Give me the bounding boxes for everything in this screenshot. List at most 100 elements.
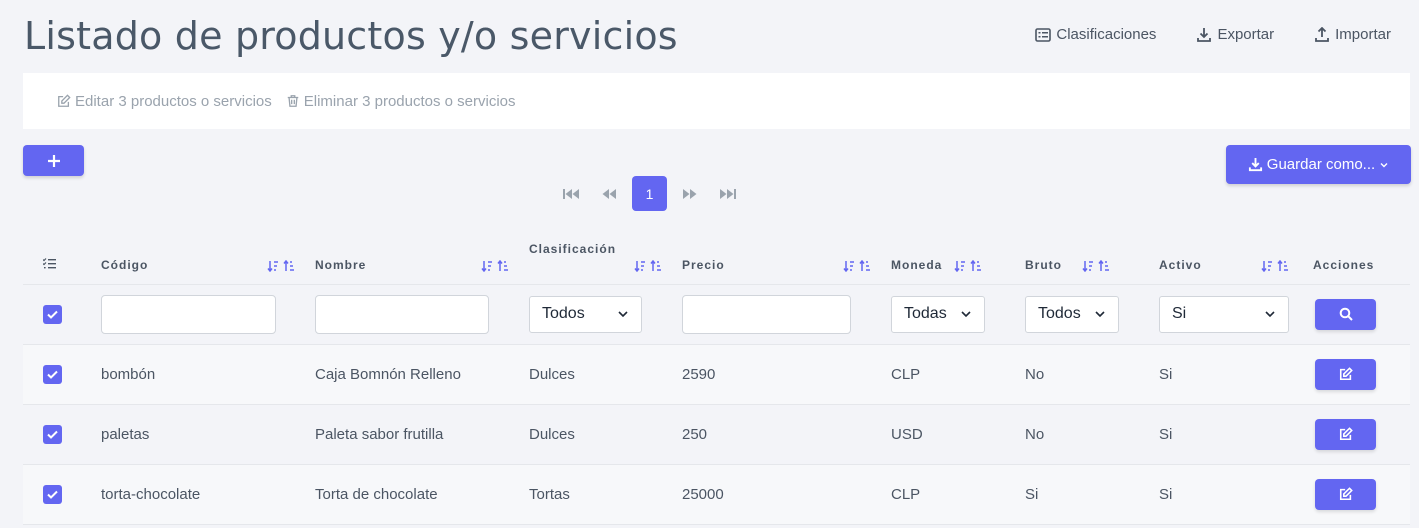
clasificaciones-label: Clasificaciones xyxy=(1056,26,1157,43)
last-page-button[interactable] xyxy=(710,177,746,211)
cell-bruto: Si xyxy=(1025,464,1159,525)
pagination: 1 xyxy=(552,176,747,211)
cell-codigo: bombón xyxy=(101,344,315,405)
check-icon xyxy=(47,310,58,319)
sort-asc-icon[interactable] xyxy=(497,259,509,272)
list-icon xyxy=(1035,27,1052,42)
edit-row-button[interactable] xyxy=(1315,418,1376,450)
cell-clasificacion: Dulces xyxy=(529,344,682,405)
page-number-button[interactable]: 1 xyxy=(632,176,667,211)
edit-icon xyxy=(1339,367,1353,381)
row-checkbox[interactable] xyxy=(43,484,62,504)
save-as-label: Guardar como... xyxy=(1266,156,1376,173)
activo-header-label: Activo xyxy=(1159,257,1202,272)
cell-activo: Si xyxy=(1159,344,1309,405)
activo-filter-select[interactable]: Si xyxy=(1159,295,1289,333)
filter-row: Todos Todas Todos Si xyxy=(23,284,1410,345)
sort-asc-icon[interactable] xyxy=(650,259,662,272)
row-checkbox[interactable] xyxy=(43,424,62,444)
check-icon xyxy=(47,430,58,439)
edit-row-button[interactable] xyxy=(1315,358,1376,390)
cell-clasificacion: Dulces xyxy=(529,404,682,465)
sort-desc-icon[interactable] xyxy=(954,260,966,272)
bulk-edit-button[interactable]: Editar 3 productos o servicios xyxy=(57,93,272,110)
row-checkbox[interactable] xyxy=(43,364,62,384)
bulk-delete-button[interactable]: Eliminar 3 productos o servicios xyxy=(286,93,516,110)
download-icon xyxy=(1248,157,1262,172)
edit-row-button[interactable] xyxy=(1315,478,1376,510)
chevron-down-icon xyxy=(618,311,628,318)
sort-desc-icon[interactable] xyxy=(1082,260,1094,272)
cell-nombre: Paleta sabor frutilla xyxy=(315,404,529,465)
sort-desc-icon[interactable] xyxy=(481,260,493,272)
clasificacion-filter-select[interactable]: Todos xyxy=(529,295,642,333)
sort-desc-icon[interactable] xyxy=(634,260,646,272)
sort-asc-icon[interactable] xyxy=(1277,259,1289,272)
next-page-icon xyxy=(683,188,697,199)
sort-desc-icon[interactable] xyxy=(843,260,855,272)
exportar-button[interactable]: Exportar xyxy=(1196,26,1274,43)
prev-page-button[interactable] xyxy=(591,177,627,211)
cell-codigo: paletas xyxy=(101,404,315,465)
column-header-activo[interactable]: Activo xyxy=(1159,224,1309,285)
first-page-icon xyxy=(563,188,579,199)
add-product-button[interactable] xyxy=(23,145,84,176)
clasificacion-header-label: Clasificación xyxy=(529,241,617,256)
cell-precio: 2590 xyxy=(682,344,891,405)
codigo-filter-input[interactable] xyxy=(101,294,276,334)
cell-nombre: Caja Bomnón Relleno xyxy=(315,344,529,405)
first-page-button[interactable] xyxy=(553,177,589,211)
sort-asc-icon[interactable] xyxy=(1098,259,1110,272)
importar-label: Importar xyxy=(1335,26,1391,43)
clasificacion-filter-value: Todos xyxy=(542,305,585,322)
column-header-acciones: Acciones xyxy=(1309,224,1410,285)
cell-precio: 250 xyxy=(682,404,891,465)
nombre-filter-input[interactable] xyxy=(315,294,489,334)
upload-icon xyxy=(1315,26,1330,42)
precio-filter-input[interactable] xyxy=(682,294,851,334)
chevron-down-icon xyxy=(1380,162,1388,167)
acciones-header-label: Acciones xyxy=(1313,257,1375,272)
sort-asc-icon[interactable] xyxy=(859,259,871,272)
save-as-button[interactable]: Guardar como... xyxy=(1226,145,1411,184)
cell-codigo: torta-chocolate xyxy=(101,464,315,525)
search-button[interactable] xyxy=(1315,298,1376,330)
moneda-filter-select[interactable]: Todas xyxy=(891,295,985,333)
sort-asc-icon[interactable] xyxy=(970,259,982,272)
column-header-moneda[interactable]: Moneda xyxy=(891,224,1025,285)
cell-precio: 25000 xyxy=(682,464,891,525)
bruto-filter-select[interactable]: Todos xyxy=(1025,295,1119,333)
select-all-checkbox[interactable] xyxy=(43,304,62,324)
column-header-bruto[interactable]: Bruto xyxy=(1025,224,1159,285)
table-header-row: Código Nombre Clasificación Precio Moned… xyxy=(23,224,1410,285)
table-row: bombón Caja Bomnón Relleno Dulces 2590 C… xyxy=(23,344,1410,405)
next-page-button[interactable] xyxy=(672,177,708,211)
trash-icon xyxy=(287,95,299,107)
plus-icon xyxy=(47,154,60,167)
cell-activo: Si xyxy=(1159,464,1309,525)
column-header-nombre[interactable]: Nombre xyxy=(315,224,529,285)
column-header-precio[interactable]: Precio xyxy=(682,224,891,285)
search-icon xyxy=(1339,307,1353,321)
edit-icon xyxy=(1339,487,1353,501)
codigo-header-label: Código xyxy=(101,257,149,272)
edit-icon xyxy=(1339,427,1353,441)
clasificaciones-button[interactable]: Clasificaciones xyxy=(1035,26,1156,43)
header-actions: Clasificaciones Exportar Importar xyxy=(1035,26,1391,43)
products-table: Código Nombre Clasificación Precio Moned… xyxy=(23,224,1410,525)
select-column-header[interactable] xyxy=(23,224,101,285)
cell-clasificacion: Tortas xyxy=(529,464,682,525)
importar-button[interactable]: Importar xyxy=(1314,26,1391,43)
list-check-icon xyxy=(42,257,56,268)
sort-desc-icon[interactable] xyxy=(267,260,279,272)
exportar-label: Exportar xyxy=(1217,26,1275,43)
column-header-clasificacion[interactable]: Clasificación xyxy=(529,224,682,285)
column-header-codigo[interactable]: Código xyxy=(101,224,315,285)
cell-bruto: No xyxy=(1025,404,1159,465)
download-icon xyxy=(1197,27,1212,42)
bulk-delete-label: Eliminar 3 productos o servicios xyxy=(303,92,516,110)
sort-asc-icon[interactable] xyxy=(283,259,295,272)
sort-desc-icon[interactable] xyxy=(1261,260,1273,272)
bruto-filter-value: Todos xyxy=(1038,305,1081,322)
bulk-actions-bar: Editar 3 productos o servicios Eliminar … xyxy=(23,73,1410,129)
